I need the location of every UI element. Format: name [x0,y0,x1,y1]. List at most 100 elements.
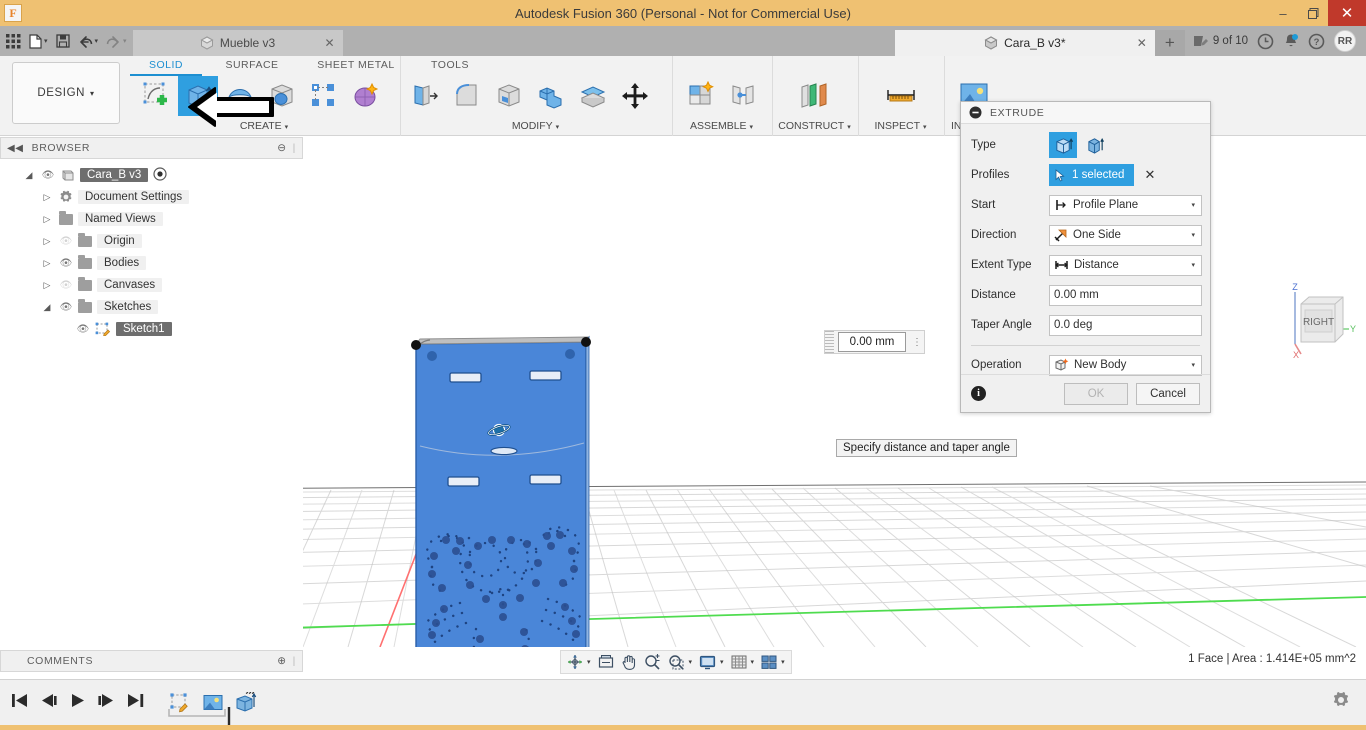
undo-caret[interactable]: ▾ [95,37,99,45]
assemble-new-component-icon[interactable] [681,76,721,116]
grid-snaps-caret[interactable]: ▾ [751,658,755,666]
help-icon[interactable]: ? [1308,33,1325,50]
chevron-down-icon[interactable]: ▾ [1191,261,1195,269]
info-icon[interactable]: i [971,386,986,401]
clear-selection-icon[interactable]: ✕ [1144,167,1155,183]
close-tab-icon[interactable]: ✕ [324,36,334,50]
operation-dropdown[interactable]: New Body ▾ [1049,354,1202,376]
type-option-profile-extrude[interactable] [1049,132,1077,158]
restore-button[interactable] [1298,0,1328,26]
tree-item-origin[interactable]: ▷ 👁 Origin [0,231,303,251]
workspace-selector[interactable]: DESIGN ▾ [12,62,120,124]
twisty-icon[interactable]: ▷ [40,192,54,203]
twisty-icon[interactable]: ▷ [40,280,54,291]
notifications-bell-icon[interactable] [1283,33,1299,50]
twisty-icon[interactable]: ▷ [40,214,54,225]
extrude-dialog-header[interactable]: EXTRUDE [961,102,1210,124]
activate-component-radio[interactable] [153,166,167,184]
save-icon[interactable] [52,28,74,54]
distance-manipulator-input[interactable]: 0.00 mm ⋮ [824,330,925,354]
visibility-eye-off-icon[interactable]: 👁 [59,280,73,291]
zoom-window-caret[interactable]: ▾ [689,658,693,666]
options-menu-icon[interactable]: ⋮ [910,337,924,348]
minimize-button[interactable]: – [1268,0,1298,26]
chevron-down-icon[interactable]: ▾ [1191,361,1195,369]
ok-button[interactable]: OK [1064,382,1128,405]
chevron-down-icon[interactable]: ▾ [1191,231,1195,239]
modify-combine-icon[interactable] [531,76,571,116]
step-forward-icon[interactable] [97,692,116,714]
tree-item-named-views[interactable]: ▷ Named Views [0,209,303,229]
cancel-button[interactable]: Cancel [1136,382,1200,405]
timeline-marker[interactable] [163,706,263,727]
ribbon-group-construct-label[interactable]: CONSTRUCT ▾ [773,120,856,132]
zoom-icon[interactable] [641,652,664,672]
add-comment-icon[interactable]: ⊕ [277,655,286,667]
create-form-icon[interactable] [346,76,386,116]
go-to-beginning-icon[interactable] [10,692,29,714]
pan-view-icon[interactable] [595,652,617,672]
pan-hand-icon[interactable] [618,652,640,672]
orbit-caret[interactable]: ▾ [587,658,591,666]
create-pattern-icon[interactable] [304,76,344,116]
twisty-icon[interactable]: ◢ [40,302,54,313]
inspect-measure-icon[interactable] [881,76,921,116]
undo-icon[interactable]: ▾ [74,28,103,54]
tree-item-sketches[interactable]: ◢ 👁 Sketches [0,297,303,317]
extent-type-dropdown[interactable]: Distance ▾ [1049,254,1202,276]
ribbon-group-assemble-label[interactable]: ASSEMBLE ▾ [673,120,770,132]
close-tab-icon[interactable]: ✕ [1137,36,1147,50]
play-icon[interactable] [68,692,87,714]
view-cube[interactable]: Z X Y RIGHT [1285,282,1359,360]
document-tab-cara-b[interactable]: Cara_B v3* ✕ [894,30,1155,56]
twisty-icon[interactable]: ▷ [40,258,54,269]
close-button[interactable]: ✕ [1328,0,1366,26]
twisty-icon[interactable]: ▷ [40,236,54,247]
user-avatar[interactable]: RR [1334,30,1356,52]
construct-offset-plane-icon[interactable] [795,76,835,116]
profiles-selection-chip[interactable]: 1 selected [1049,164,1135,186]
grid-snaps-icon[interactable]: ▾ [728,652,758,672]
new-document-icon[interactable]: ▾ [25,28,52,54]
timeline-settings-gear-icon[interactable] [1332,691,1350,714]
zoom-window-icon[interactable]: ▾ [665,652,696,672]
create-sketch-icon[interactable] [136,76,176,116]
history-clock-icon[interactable] [1257,33,1274,50]
redo-caret[interactable]: ▾ [123,37,127,45]
visibility-eye-off-icon[interactable]: 👁 [59,236,73,247]
taper-angle-input[interactable]: 0.0 deg [1049,314,1202,336]
tree-item-canvases[interactable]: ▷ 👁 Canvases [0,275,303,295]
job-status[interactable]: 9 of 10 [1193,34,1248,49]
distance-value-field[interactable]: 0.00 mm [838,332,906,352]
new-document-caret[interactable]: ▾ [44,37,48,45]
modify-press-pull-icon[interactable] [405,76,445,116]
browser-resize-handle[interactable]: | [293,142,296,154]
display-settings-icon[interactable]: ▾ [696,652,727,672]
visibility-eye-icon[interactable]: 👁 [59,258,73,269]
visibility-eye-icon[interactable]: 👁 [41,170,55,181]
ribbon-group-modify-label[interactable]: MODIFY ▾ [401,120,670,132]
tree-item-bodies[interactable]: ▷ 👁 Bodies [0,253,303,273]
viewports-caret[interactable]: ▾ [781,658,785,666]
viewports-icon[interactable]: ▾ [758,652,788,672]
comments-resize-handle[interactable]: | [293,655,296,667]
tree-item-sketch1[interactable]: 👁 Sketch1 [0,319,303,339]
orbit-icon[interactable]: ▾ [564,652,594,672]
type-option-two-profile-extrude[interactable] [1081,132,1109,158]
twisty-icon[interactable]: ◢ [22,170,36,181]
display-settings-caret[interactable]: ▾ [720,658,724,666]
visibility-eye-icon[interactable]: 👁 [76,324,90,335]
distance-input[interactable]: 0.00 mm [1049,284,1202,306]
modify-move-copy-icon[interactable] [615,76,655,116]
tree-item-cara-b[interactable]: ◢ 👁 Cara_B v3 [0,165,303,185]
start-dropdown[interactable]: Profile Plane ▾ [1049,194,1202,216]
drag-grip[interactable] [825,331,834,353]
assemble-joint-icon[interactable] [723,76,763,116]
document-tab-mueble[interactable]: Mueble v3 ✕ [132,30,343,56]
ribbon-group-inspect-label[interactable]: INSPECT ▾ [859,120,942,132]
step-back-icon[interactable] [39,692,58,714]
app-grid-icon[interactable] [2,28,25,54]
go-to-end-icon[interactable] [126,692,145,714]
redo-icon[interactable]: ▾ [102,28,131,54]
modify-split-face-icon[interactable] [573,76,613,116]
